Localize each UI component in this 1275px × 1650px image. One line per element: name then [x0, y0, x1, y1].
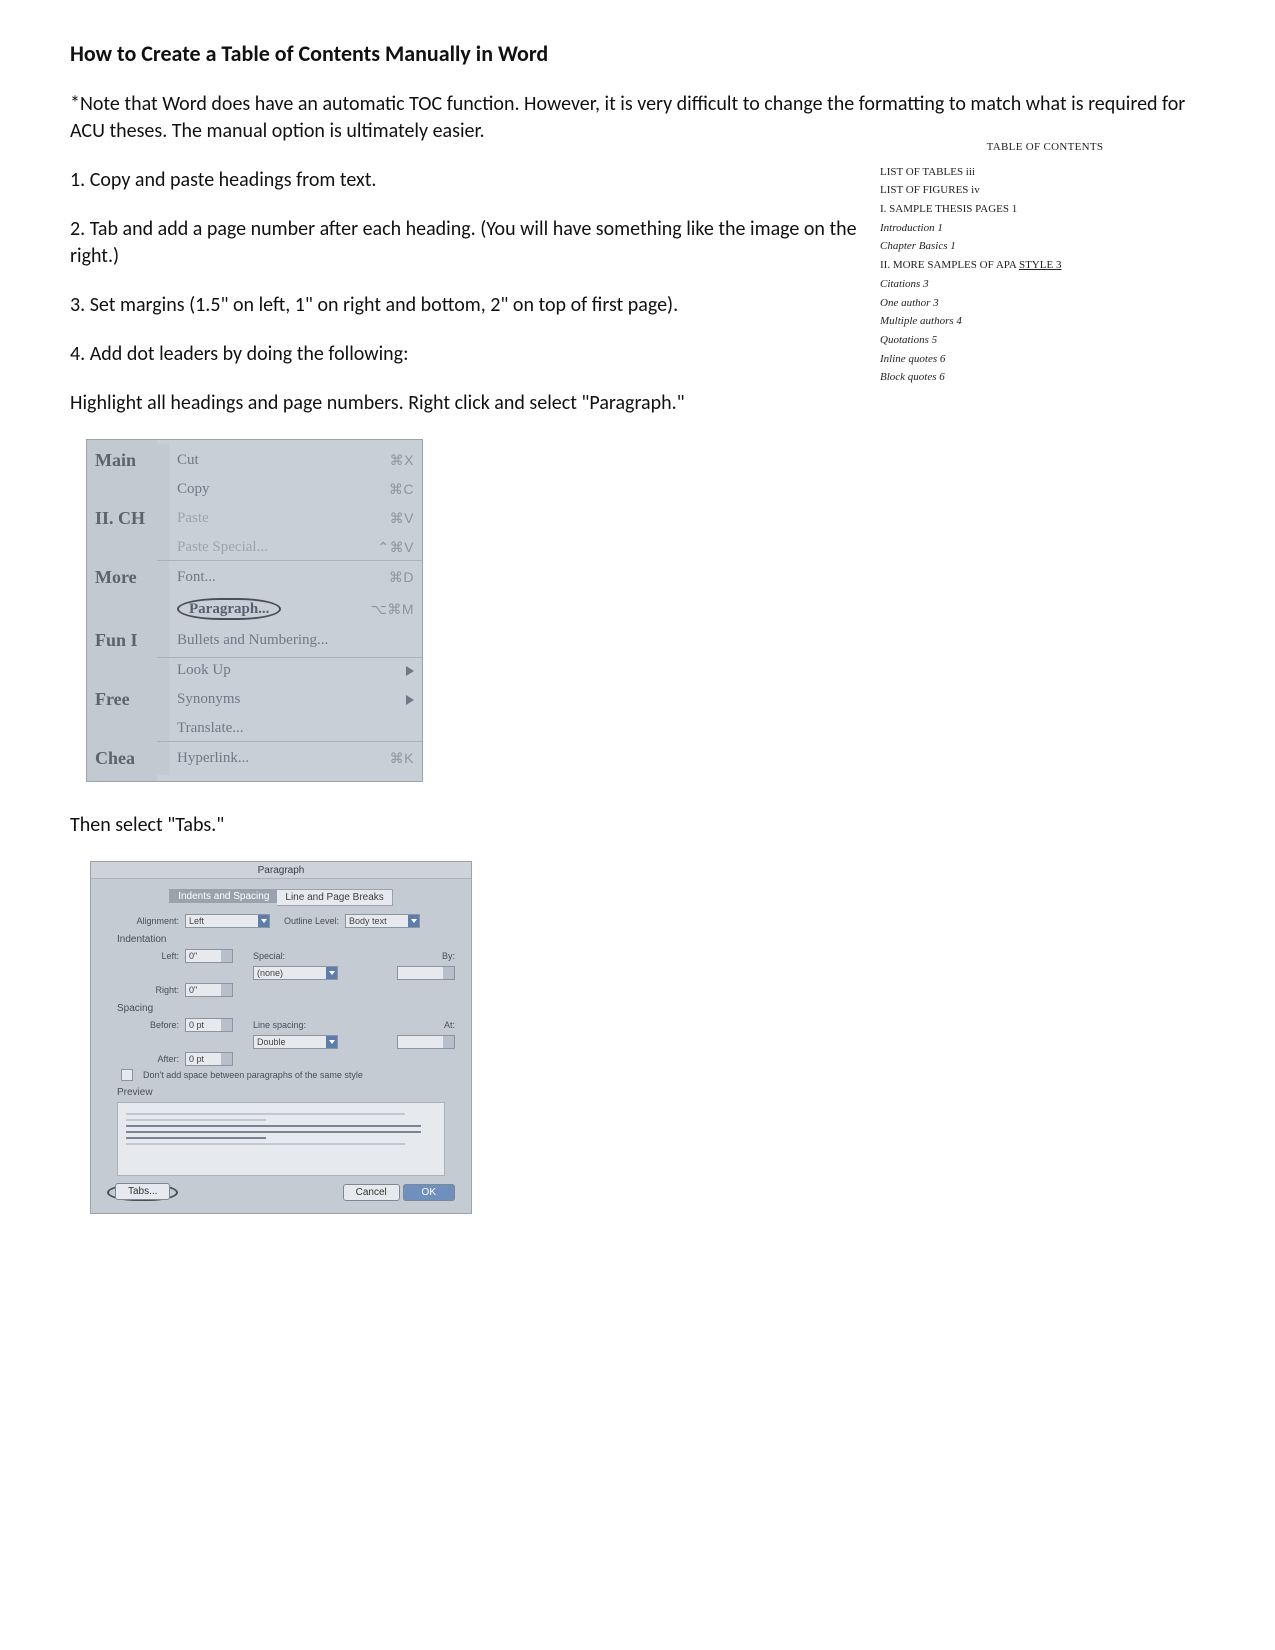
- indent-right-label: Right:: [127, 985, 179, 995]
- menu-item-hyperlink[interactable]: Hyperlink... ⌘K: [169, 742, 422, 775]
- indent-right-input[interactable]: 0": [185, 983, 233, 997]
- indent-special-select[interactable]: (none): [253, 966, 338, 980]
- menu-item-bullets-numbering[interactable]: Bullets and Numbering...: [169, 624, 422, 657]
- spacing-after-input[interactable]: 0 pt: [185, 1052, 233, 1066]
- spacing-before-input[interactable]: 0 pt: [185, 1018, 233, 1032]
- spinner-icon: [221, 1053, 232, 1065]
- sample-toc-line: Citations 3: [880, 275, 1210, 294]
- step-4-text: 4. Add dot leaders by doing the followin…: [70, 341, 880, 368]
- sample-toc-line: Multiple authors 4: [880, 312, 1210, 331]
- sample-toc-line: II. MORE SAMPLES OF APA STYLE 3: [880, 256, 1210, 275]
- doc-fragment-label: Free: [87, 683, 169, 716]
- dialog-title: Paragraph: [91, 862, 471, 879]
- line-spacing-select[interactable]: Double: [253, 1035, 338, 1049]
- spacing-at-input[interactable]: [397, 1035, 455, 1049]
- sample-toc-line: Chapter Basics 1: [880, 237, 1210, 256]
- dont-add-space-label: Don't add space between paragraphs of th…: [143, 1070, 363, 1080]
- sample-toc-line: Quotations 5: [880, 331, 1210, 350]
- indent-by-label: By:: [442, 951, 455, 961]
- sample-toc-line: One author 3: [880, 294, 1210, 313]
- spacing-section-label: Spacing: [117, 1003, 471, 1014]
- spinner-icon: [221, 950, 232, 962]
- outline-level-label: Outline Level:: [284, 916, 339, 926]
- outline-level-select[interactable]: Body text: [345, 914, 420, 928]
- shortcut-text: ⌘D: [389, 569, 414, 586]
- spinner-icon: [443, 1036, 454, 1048]
- line-spacing-label: Line spacing:: [253, 1020, 306, 1030]
- sample-toc-line: LIST OF FIGURES iv: [880, 181, 1210, 200]
- menu-item-font[interactable]: Font... ⌘D: [169, 561, 422, 594]
- spacing-before-label: Before:: [127, 1020, 179, 1030]
- doc-fragment-label: Fun I: [87, 624, 169, 657]
- step-4b-text: Then select "Tabs.": [70, 812, 880, 839]
- shortcut-text: ⌘K: [390, 750, 414, 767]
- alignment-select[interactable]: Left: [185, 914, 270, 928]
- note-text: *Note that Word does have an automatic T…: [70, 91, 1205, 145]
- doc-fragment-label: II. CH: [87, 502, 169, 535]
- indent-left-input[interactable]: 0": [185, 949, 233, 963]
- doc-fragment-label: More: [87, 561, 169, 594]
- spacing-after-label: After:: [127, 1054, 179, 1064]
- tab-line-page-breaks[interactable]: Line and Page Breaks: [277, 889, 392, 906]
- page-title: How to Create a Table of Contents Manual…: [70, 40, 1205, 67]
- sample-toc-line: Inline quotes 6: [880, 350, 1210, 369]
- chevron-down-icon: [258, 915, 269, 927]
- sample-toc-heading: TABLE OF CONTENTS: [880, 138, 1210, 157]
- menu-item-paste[interactable]: Paste ⌘V: [169, 502, 422, 535]
- tabs-button[interactable]: Tabs...: [115, 1183, 170, 1200]
- sample-toc-line: Introduction 1: [880, 219, 1210, 238]
- chevron-down-icon: [408, 915, 419, 927]
- chevron-right-icon: [406, 666, 414, 676]
- chevron-down-icon: [326, 967, 337, 979]
- cancel-button[interactable]: Cancel: [343, 1184, 400, 1201]
- ok-button[interactable]: OK: [403, 1184, 455, 1201]
- shortcut-text: ⌃⌘V: [377, 539, 414, 556]
- indent-special-label: Special:: [253, 951, 285, 961]
- doc-fragment-label: Chea: [87, 742, 169, 775]
- context-menu-screenshot: Main Cut ⌘X Copy ⌘C II. CH Paste ⌘V: [86, 439, 423, 782]
- spinner-icon: [221, 1019, 232, 1031]
- tab-indents-spacing[interactable]: Indents and Spacing: [169, 889, 277, 903]
- paragraph-preview: [117, 1102, 445, 1176]
- shortcut-text: ⌘V: [390, 510, 414, 527]
- doc-fragment-label: Main: [87, 444, 169, 477]
- spacing-at-label: At:: [444, 1020, 455, 1030]
- shortcut-text: ⌘X: [390, 452, 414, 469]
- sample-toc-line: Block quotes 6: [880, 368, 1210, 387]
- indent-by-input[interactable]: [397, 966, 455, 980]
- menu-item-copy[interactable]: Copy ⌘C: [169, 477, 422, 502]
- menu-item-paste-special[interactable]: Paste Special... ⌃⌘V: [169, 535, 422, 560]
- shortcut-text: ⌘C: [389, 481, 414, 498]
- indentation-section-label: Indentation: [117, 934, 471, 945]
- dont-add-space-checkbox[interactable]: [121, 1069, 133, 1081]
- paragraph-dialog-screenshot: Paragraph Indents and Spacing Line and P…: [90, 861, 472, 1214]
- preview-section-label: Preview: [117, 1087, 471, 1098]
- menu-item-synonyms[interactable]: Synonyms: [169, 683, 422, 716]
- menu-item-paragraph[interactable]: Paragraph... ⌥⌘M: [169, 594, 422, 624]
- menu-item-cut[interactable]: Cut ⌘X: [169, 444, 422, 477]
- menu-item-translate[interactable]: Translate...: [169, 716, 422, 741]
- step-3-text: 3. Set margins (1.5" on left, 1" on righ…: [70, 292, 880, 319]
- sample-toc-line: I. SAMPLE THESIS PAGES 1: [880, 200, 1210, 219]
- chevron-down-icon: [326, 1036, 337, 1048]
- step-2-text: 2. Tab and add a page number after each …: [70, 216, 880, 270]
- menu-item-look-up[interactable]: Look Up: [169, 658, 422, 683]
- spinner-icon: [443, 967, 454, 979]
- alignment-label: Alignment:: [127, 916, 179, 926]
- sample-toc-line: LIST OF TABLES iii: [880, 163, 1210, 182]
- indent-left-label: Left:: [127, 951, 179, 961]
- step-4a-text: Highlight all headings and page numbers.…: [70, 390, 880, 417]
- step-1-text: 1. Copy and paste headings from text.: [70, 167, 880, 194]
- sample-toc-image: TABLE OF CONTENTS LIST OF TABLES iii LIS…: [880, 138, 1210, 387]
- spinner-icon: [221, 984, 232, 996]
- shortcut-text: ⌥⌘M: [371, 601, 414, 618]
- chevron-right-icon: [406, 695, 414, 705]
